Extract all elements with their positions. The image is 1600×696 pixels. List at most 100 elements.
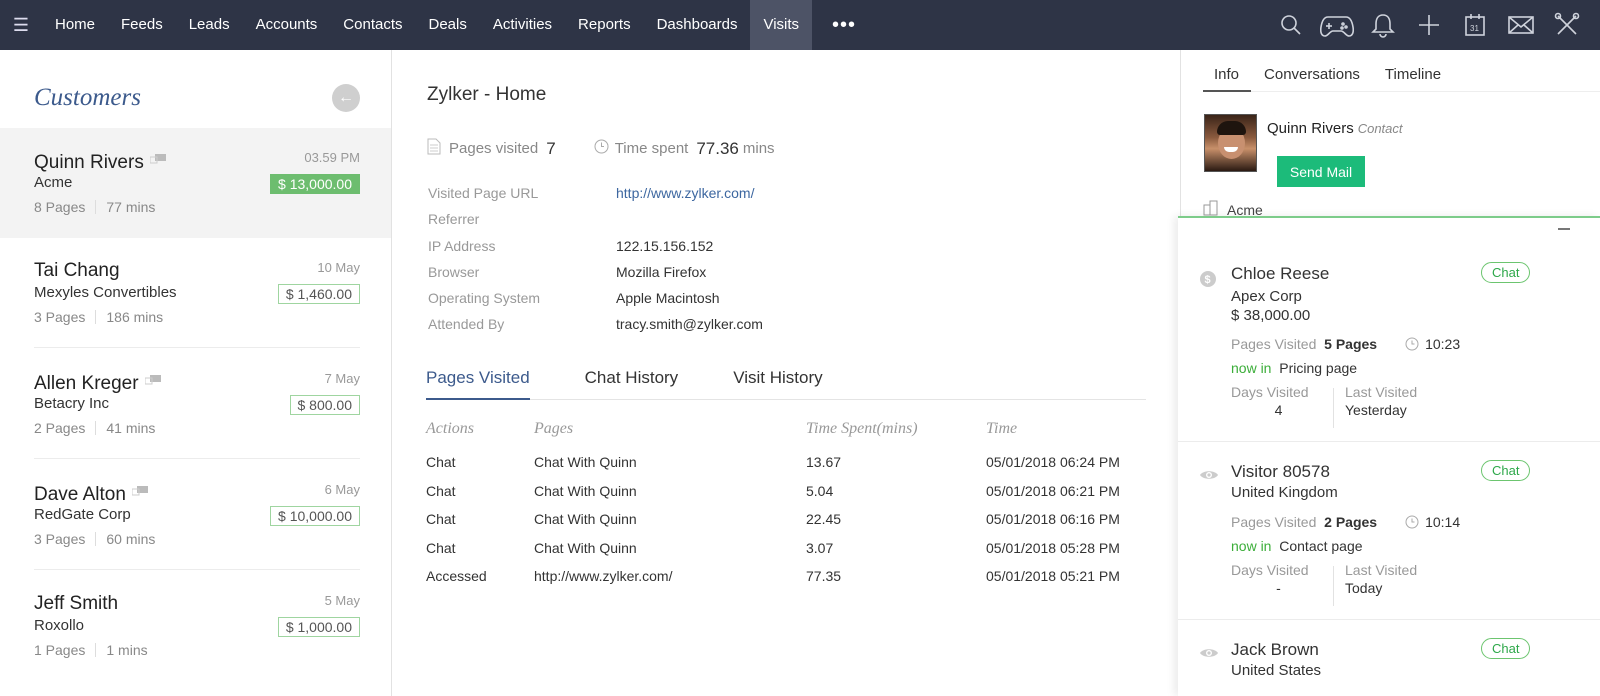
customer-item[interactable]: Jeff Smith Roxollo 1 Pages 1 mins 5 May $… [0, 571, 391, 681]
visitor-pages: Pages Visited 5 Pages 10:23 [1231, 336, 1461, 352]
chat-bubble-icon [144, 371, 161, 393]
visited-url-link[interactable]: http://www.zylker.com/ [616, 185, 754, 211]
cell-page: Chat With Quinn [534, 483, 637, 499]
detail-label: Referrer [428, 211, 480, 228]
nav-leads[interactable]: Leads [176, 0, 243, 50]
nav-home[interactable]: Home [42, 0, 108, 50]
contact-name: Quinn Rivers Contact [1267, 120, 1403, 137]
customer-date: 10 May [317, 260, 360, 275]
cell-page[interactable]: http://www.zylker.com/ [534, 568, 672, 584]
customer-name: Allen Kreger [34, 371, 161, 395]
detail-row: Visited Page URL http://www.zylker.com/ [428, 185, 763, 211]
detail-row: Browser Mozilla Firefox [428, 264, 763, 290]
gamepad-icon[interactable] [1314, 0, 1360, 50]
tab-chat-history[interactable]: Chat History [585, 368, 679, 400]
customer-amount-badge: $ 800.00 [289, 395, 360, 415]
customer-name: Dave Alton [34, 482, 148, 506]
detail-value: Mozilla Firefox [616, 263, 707, 280]
svg-text:31: 31 [1470, 24, 1479, 33]
visitor-card: Visitor 80578 Chat United Kingdom Pages … [1178, 460, 1600, 620]
cell-time-spent: 13.67 [806, 454, 842, 470]
nav-feeds[interactable]: Feeds [108, 0, 176, 50]
detail-value: tracy.smith@zylker.com [616, 316, 763, 333]
chat-button[interactable]: Chat [1481, 262, 1531, 283]
customer-company: Acme [34, 174, 73, 191]
back-arrow-button[interactable]: ← [332, 84, 360, 112]
arrow-left-icon: ← [338, 89, 354, 106]
cell-time-spent: 5.04 [806, 483, 834, 499]
cell-action: Chat [426, 511, 456, 527]
customer-company: RedGate Corp [34, 506, 131, 523]
visitor-company: Apex Corp [1231, 288, 1302, 305]
visit-stats: Pages visited 7 Time spent 77.36 mins [427, 138, 775, 159]
visit-detail-panel: Zylker - Home Pages visited 7 Time spent… [393, 50, 1179, 696]
visitors-popup: $ Chloe Reese Chat Apex Corp $ 38,000.00… [1178, 216, 1600, 696]
last-visited: Last Visited Yesterday [1345, 384, 1418, 418]
nav-reports[interactable]: Reports [565, 0, 644, 50]
tab-conversations[interactable]: Conversations [1253, 50, 1372, 92]
chat-button[interactable]: Chat [1481, 638, 1531, 659]
search-icon[interactable] [1268, 0, 1314, 50]
column-header: Actions [426, 420, 474, 437]
nav-contacts[interactable]: Contacts [330, 0, 415, 50]
visitor-company: United States [1231, 662, 1322, 679]
cell-page: Chat With Quinn [534, 454, 637, 470]
detail-row: Referrer [428, 211, 763, 237]
column-header: Time Spent(mins) [806, 420, 918, 437]
chat-bubble-icon [131, 482, 148, 504]
dollar-icon: $ [1199, 270, 1217, 293]
customer-date: 03.59 PM [304, 150, 360, 165]
customer-name: Quinn Rivers [34, 150, 166, 174]
bell-icon[interactable] [1360, 0, 1406, 50]
customer-company: Mexyles Convertibles [34, 284, 177, 301]
customer-item[interactable]: Tai Chang Mexyles Convertibles 3 Pages 18… [0, 238, 391, 348]
chat-button[interactable]: Chat [1481, 460, 1531, 481]
customer-item[interactable]: Quinn Rivers Acme 8 Pages 77 mins 03.59 P… [0, 128, 391, 238]
calendar-icon[interactable]: 31 [1452, 0, 1498, 50]
tab-timeline[interactable]: Timeline [1374, 50, 1453, 92]
nav-activities[interactable]: Activities [480, 0, 565, 50]
eye-icon [1199, 468, 1219, 487]
cell-time-spent: 77.35 [806, 568, 842, 584]
hamburger-menu-icon[interactable]: ☰ [0, 0, 42, 50]
tools-icon[interactable] [1544, 0, 1590, 50]
pages-visited-label: Pages visited [449, 140, 539, 157]
cell-action: Chat [426, 454, 456, 470]
chat-bubble-icon [149, 150, 166, 172]
nav-accounts[interactable]: Accounts [243, 0, 331, 50]
visitor-card: Jack Brown Chat United States [1178, 638, 1600, 696]
minimize-icon[interactable] [1558, 228, 1570, 230]
send-mail-button[interactable]: Send Mail [1277, 156, 1365, 187]
detail-row: Operating System Apple Macintosh [428, 290, 763, 316]
info-tabs: Info Conversations Timeline [1203, 50, 1600, 92]
nav-visits[interactable]: Visits [750, 0, 813, 50]
customer-meta: 3 Pages 60 mins [34, 531, 156, 547]
visitor-name[interactable]: Jack Brown [1231, 640, 1319, 660]
customer-item[interactable]: Allen Kreger Betacry Inc 2 Pages 41 mins … [0, 349, 391, 459]
customer-date: 7 May [324, 371, 360, 386]
column-header: Pages [534, 420, 574, 437]
customers-title: Customers [34, 84, 141, 111]
customer-date: 5 May [324, 593, 360, 608]
mail-icon[interactable] [1498, 0, 1544, 50]
customer-meta: 2 Pages 41 mins [34, 420, 156, 436]
more-icon[interactable]: ••• [812, 14, 876, 37]
visitor-name[interactable]: Visitor 80578 [1231, 462, 1330, 482]
tab-pages-visited[interactable]: Pages Visited [426, 368, 530, 400]
cell-action: Chat [426, 540, 456, 556]
time-spent-unit: mins [742, 140, 775, 157]
plus-icon[interactable] [1406, 0, 1452, 50]
customer-item[interactable]: Dave Alton RedGate Corp 3 Pages 60 mins 6… [0, 460, 391, 570]
tab-visit-history[interactable]: Visit History [733, 368, 822, 400]
last-visited: Last Visited Today [1345, 562, 1418, 596]
divider [1333, 388, 1334, 428]
nav-deals[interactable]: Deals [416, 0, 480, 50]
days-visited: Days Visited - [1231, 562, 1309, 596]
nav-dashboards[interactable]: Dashboards [644, 0, 751, 50]
document-icon [427, 138, 441, 159]
time-spent-label: Time spent [614, 140, 689, 157]
visitor-name[interactable]: Chloe Reese [1231, 264, 1329, 284]
cell-time-spent: 3.07 [806, 540, 834, 556]
detail-label: Operating System [428, 290, 541, 307]
tab-info[interactable]: Info [1203, 50, 1252, 92]
